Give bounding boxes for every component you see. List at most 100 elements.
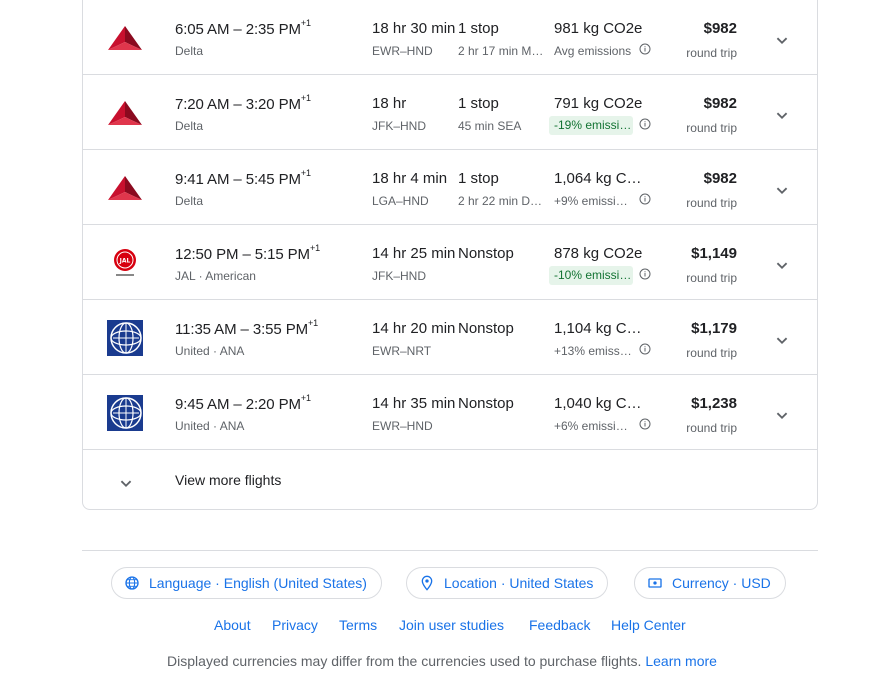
trip-type: round trip	[686, 196, 737, 210]
airline-name: Delta	[175, 194, 204, 208]
flight-duration: 18 hr 30 min	[372, 20, 456, 37]
united-logo	[107, 320, 143, 356]
flight-route: EWR–HND	[372, 419, 433, 433]
flight-stops: 1 stop	[458, 20, 499, 37]
view-more-flights-label: View more flights	[175, 472, 282, 488]
view-more-flights-button[interactable]: View more flights	[83, 452, 817, 509]
chevron-down-icon[interactable]	[771, 329, 793, 351]
about-link[interactable]: About	[214, 617, 251, 633]
flight-price: $1,238	[691, 395, 737, 412]
flight-price: $1,179	[691, 320, 737, 337]
emissions-comparison: +9% emissions	[554, 194, 632, 208]
flight-duration: 14 hr 25 min	[372, 245, 456, 262]
flight-times: 6:05 AM – 2:35 PM+1	[175, 18, 311, 38]
flight-row[interactable]: JAL 12:50 PM – 5:15 PM+1 JAL · American 14 …	[83, 225, 817, 300]
airline-name: Delta	[175, 119, 204, 133]
airline-name: United · ANA	[175, 344, 245, 358]
co2-emissions: 1,040 kg CO2e	[554, 395, 650, 412]
airline-name: Delta	[175, 44, 204, 58]
layover-info: 2 hr 17 min MSP	[458, 44, 546, 58]
disclaimer-text: Displayed currencies may differ from the…	[167, 653, 642, 669]
flight-times: 12:50 PM – 5:15 PM+1	[175, 243, 321, 263]
chevron-down-icon[interactable]	[771, 179, 793, 201]
trip-type: round trip	[686, 271, 737, 285]
feedback-link[interactable]: Feedback	[529, 617, 590, 633]
flight-duration: 18 hr 4 min	[372, 170, 448, 187]
co2-emissions: 791 kg CO2e	[554, 95, 643, 112]
airline-name: JAL · American	[175, 269, 256, 283]
currency-button[interactable]: Currency · USD	[634, 567, 786, 599]
day-offset: +1	[300, 168, 311, 178]
co2-emissions: 1,064 kg CO2e	[554, 170, 650, 187]
flight-times: 11:35 AM – 3:55 PM+1	[175, 318, 319, 338]
currency-disclaimer: Displayed currencies may differ from the…	[0, 653, 883, 669]
learn-more-link[interactable]: Learn more	[645, 653, 717, 669]
co2-emissions: 878 kg CO2e	[554, 245, 643, 262]
info-icon[interactable]	[639, 268, 651, 280]
day-offset: +1	[300, 393, 311, 403]
info-icon[interactable]	[639, 118, 651, 130]
co2-emissions: 981 kg CO2e	[554, 20, 643, 37]
info-icon[interactable]	[639, 43, 651, 55]
flight-row[interactable]: 9:45 AM – 2:20 PM+1 United · ANA 14 hr 35 …	[83, 375, 817, 450]
flight-times: 9:45 AM – 2:20 PM+1	[175, 393, 311, 413]
delta-logo	[108, 176, 142, 200]
united-logo	[107, 395, 143, 431]
trip-type: round trip	[686, 46, 737, 60]
trip-type: round trip	[686, 346, 737, 360]
chevron-down-icon[interactable]	[771, 104, 793, 126]
footer-settings: Language · English (United States) Locat…	[0, 567, 883, 599]
delta-logo	[108, 101, 142, 125]
co2-emissions: 1,104 kg CO2e	[554, 320, 650, 337]
day-offset: +1	[308, 318, 319, 328]
day-offset: +1	[300, 93, 311, 103]
chevron-down-icon[interactable]	[771, 29, 793, 51]
location-label: Location · United States	[444, 575, 594, 591]
help-center-link[interactable]: Help Center	[611, 617, 686, 633]
globe-icon	[125, 576, 139, 590]
terms-link[interactable]: Terms	[339, 617, 377, 633]
flight-price: $982	[703, 95, 737, 112]
flight-row[interactable]: 7:20 AM – 3:20 PM+1 Delta 18 hr JFK–HND 1 st…	[83, 75, 817, 150]
svg-text:JAL: JAL	[119, 258, 131, 265]
emissions-comparison: +6% emissions	[554, 419, 632, 433]
flight-price: $982	[703, 20, 737, 37]
language-button[interactable]: Language · English (United States)	[111, 567, 382, 599]
chevron-down-icon	[120, 480, 132, 488]
flight-row[interactable]: 6:05 AM – 2:35 PM+1 Delta 18 hr 30 min EWR–…	[83, 0, 817, 75]
jal-logo: JAL	[114, 249, 136, 276]
flight-route: EWR–HND	[372, 44, 433, 58]
language-label: Language · English (United States)	[149, 575, 367, 591]
flight-price: $982	[703, 170, 737, 187]
join-user-studies-link[interactable]: Join user studies	[399, 617, 504, 633]
chevron-down-icon[interactable]	[771, 404, 793, 426]
currency-icon	[648, 578, 662, 588]
info-icon[interactable]	[639, 193, 651, 205]
flight-duration: 14 hr 35 min	[372, 395, 456, 412]
flight-route: EWR–NRT	[372, 344, 432, 358]
currency-label: Currency · USD	[672, 575, 771, 591]
privacy-link[interactable]: Privacy	[272, 617, 318, 633]
emissions-comparison: -19% emissions	[549, 116, 633, 135]
day-offset: +1	[309, 243, 321, 253]
flight-times: 7:20 AM – 3:20 PM+1	[175, 93, 311, 113]
layover-info: 2 hr 22 min DTW	[458, 194, 546, 208]
info-icon[interactable]	[639, 343, 651, 355]
trip-type: round trip	[686, 121, 737, 135]
flight-duration: 14 hr 20 min	[372, 320, 456, 337]
chevron-down-icon[interactable]	[771, 254, 793, 276]
flight-route: JFK–HND	[372, 119, 427, 133]
flight-route: JFK–HND	[372, 269, 427, 283]
flight-row[interactable]: 11:35 AM – 3:55 PM+1 United · ANA 14 hr 20…	[83, 300, 817, 375]
flight-times: 9:41 AM – 5:45 PM+1	[175, 168, 311, 188]
delta-logo	[108, 26, 142, 50]
flight-duration: 18 hr	[372, 95, 407, 112]
emissions-comparison: +13% emissions	[554, 344, 632, 358]
footer-links: About Privacy Terms Join user studies Fe…	[0, 617, 883, 637]
flight-stops: 1 stop	[458, 170, 499, 187]
location-button[interactable]: Location · United States	[406, 567, 609, 599]
flight-row[interactable]: 9:41 AM – 5:45 PM+1 Delta 18 hr 4 min LGA–H…	[83, 150, 817, 225]
flight-price: $1,149	[691, 245, 737, 262]
info-icon[interactable]	[639, 418, 651, 430]
footer-divider	[82, 550, 818, 551]
